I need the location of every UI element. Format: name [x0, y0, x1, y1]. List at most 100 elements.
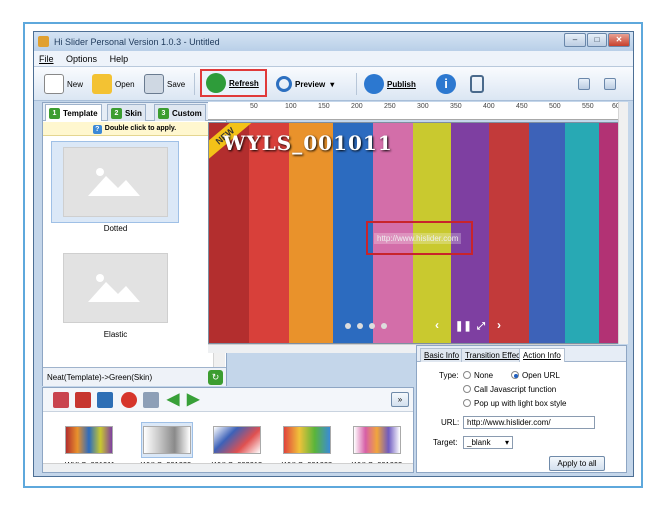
radio-button[interactable]: [463, 399, 471, 407]
thumbnail[interactable]: [213, 426, 261, 454]
menu-help[interactable]: Help: [105, 51, 134, 67]
image-placeholder-icon: [88, 168, 140, 196]
apply-refresh-icon[interactable]: ↻: [208, 370, 223, 385]
tab-basic-info[interactable]: Basic Info: [420, 348, 464, 362]
slide-image: [249, 123, 289, 343]
fullscreen-toggle-icon[interactable]: [604, 78, 616, 90]
radio-none[interactable]: None: [463, 371, 493, 380]
tab-skin[interactable]: 2 Skin: [107, 104, 146, 121]
ruler-tick: 150: [318, 103, 330, 110]
thumbnail[interactable]: [353, 426, 401, 454]
radio-button[interactable]: [463, 385, 471, 393]
fullscreen-icon[interactable]: ⤢: [477, 321, 485, 332]
publish-button[interactable]: Publish: [364, 71, 416, 97]
target-select[interactable]: _blank ▾: [463, 436, 513, 449]
radio-button[interactable]: [511, 371, 519, 379]
save-disk-icon: [144, 74, 164, 94]
radio-call-js[interactable]: Call Javascript function: [463, 385, 556, 394]
ruler-tick: 550: [582, 103, 594, 110]
save-button[interactable]: Save: [144, 71, 185, 97]
template-elastic-label: Elastic: [103, 330, 128, 339]
lock-button[interactable]: [470, 71, 487, 97]
menu-options[interactable]: Options: [61, 51, 102, 67]
thumbnail[interactable]: [143, 426, 191, 454]
slide-pagination: [345, 323, 387, 329]
layout-toggle-icon[interactable]: [578, 78, 590, 90]
hint-text: Double click to apply.: [104, 125, 177, 132]
slides-scrollbar[interactable]: [43, 463, 413, 472]
slides-panel: ◀ ▶ » WYLS_001011 WYLS_001020 WYLS_00201…: [42, 387, 414, 473]
info-button[interactable]: i: [436, 71, 459, 97]
magnifier-icon: [276, 76, 292, 92]
template-status-text: Neat(Template)->Green(Skin): [47, 373, 153, 382]
maximize-button[interactable]: □: [587, 33, 607, 47]
pagination-dot[interactable]: [345, 323, 351, 329]
apply-to-all-button[interactable]: Apply to all: [549, 456, 605, 471]
refresh-button[interactable]: Refresh: [200, 69, 267, 97]
add-image-icon[interactable]: [53, 392, 69, 408]
next-slide-icon[interactable]: ›: [497, 318, 501, 332]
info-icon: i: [436, 74, 456, 94]
save-label: Save: [167, 79, 186, 89]
arrow-right-icon[interactable]: ▶: [187, 392, 203, 408]
publish-arrow-icon: [364, 74, 384, 94]
new-button[interactable]: New: [44, 71, 83, 97]
menu-file[interactable]: File: [34, 51, 59, 67]
pagination-dot[interactable]: [369, 323, 375, 329]
ruler-tick: 300: [417, 103, 429, 110]
pagination-dot[interactable]: [357, 323, 363, 329]
window-title: Hi Slider Personal Version 1.0.3 - Untit…: [54, 37, 220, 47]
app-window: Hi Slider Personal Version 1.0.3 - Untit…: [33, 31, 634, 477]
template-status-bar: Neat(Template)->Green(Skin) ↻: [43, 367, 226, 386]
preview-label: Preview: [295, 79, 326, 89]
minimize-button[interactable]: –: [564, 33, 586, 47]
open-button[interactable]: Open: [92, 71, 135, 97]
tab-action-info[interactable]: Action Info: [519, 348, 565, 362]
radio-button[interactable]: [463, 371, 471, 379]
new-label: New: [67, 79, 84, 89]
template-dotted[interactable]: [63, 147, 168, 217]
new-file-icon: [44, 74, 64, 94]
tab-custom[interactable]: 3 Custom: [154, 104, 206, 121]
tab-transition-effect[interactable]: Transition Effect: [461, 348, 527, 362]
radio-lightbox[interactable]: Pop up with light box style: [463, 399, 567, 408]
arrow-left-icon[interactable]: ◀: [167, 392, 183, 408]
vimeo-icon[interactable]: [97, 392, 113, 408]
template-elastic[interactable]: [63, 253, 168, 323]
prev-slide-icon[interactable]: ‹: [435, 318, 439, 332]
ruler-tick: 200: [351, 103, 363, 110]
ruler-tick: 450: [516, 103, 528, 110]
thumbnail[interactable]: [65, 426, 113, 454]
slide-image: [565, 123, 599, 343]
radio-open-url[interactable]: Open URL: [511, 371, 560, 380]
question-icon: ?: [92, 125, 102, 134]
ruler-tick: 250: [384, 103, 396, 110]
ruler-tick: 100: [285, 103, 297, 110]
lock-icon: [470, 75, 484, 93]
preview-vertical-scrollbar[interactable]: [618, 102, 628, 344]
thumbnail[interactable]: [283, 426, 331, 454]
properties-tabs: Basic Info Transition Effect Action Info: [417, 346, 626, 362]
slide-preview[interactable]: NEW WYLS_001011 http://www.hislider.com …: [208, 122, 626, 344]
custom-tab-icon: 3: [158, 107, 169, 119]
close-button[interactable]: ✕: [608, 33, 630, 47]
youtube-icon[interactable]: [75, 392, 91, 408]
chevron-down-icon[interactable]: ▾: [330, 80, 334, 89]
slide-image: [209, 123, 249, 343]
tab-template[interactable]: 1 Template: [45, 104, 102, 121]
pagination-dot[interactable]: [381, 323, 387, 329]
refresh-label: Refresh: [229, 78, 259, 88]
preview-button[interactable]: Preview ▾: [276, 71, 334, 97]
template-panel: 1 Template 2 Skin 3 Custom ? Double click to…: [42, 102, 227, 386]
edit-image-icon[interactable]: [143, 392, 159, 408]
url-label: URL:: [441, 418, 460, 427]
chevron-down-icon: ▾: [504, 438, 509, 447]
expand-panel-icon[interactable]: »: [391, 392, 409, 407]
menu-bar: File Options Help: [34, 51, 633, 67]
delete-icon[interactable]: [121, 392, 137, 408]
pause-icon[interactable]: ❚❚: [455, 321, 472, 332]
skin-tab-icon: 2: [111, 107, 122, 119]
url-input[interactable]: http://www.hislider.com/: [463, 416, 595, 429]
ruler-tick: 350: [450, 103, 462, 110]
slide-image: [529, 123, 565, 343]
